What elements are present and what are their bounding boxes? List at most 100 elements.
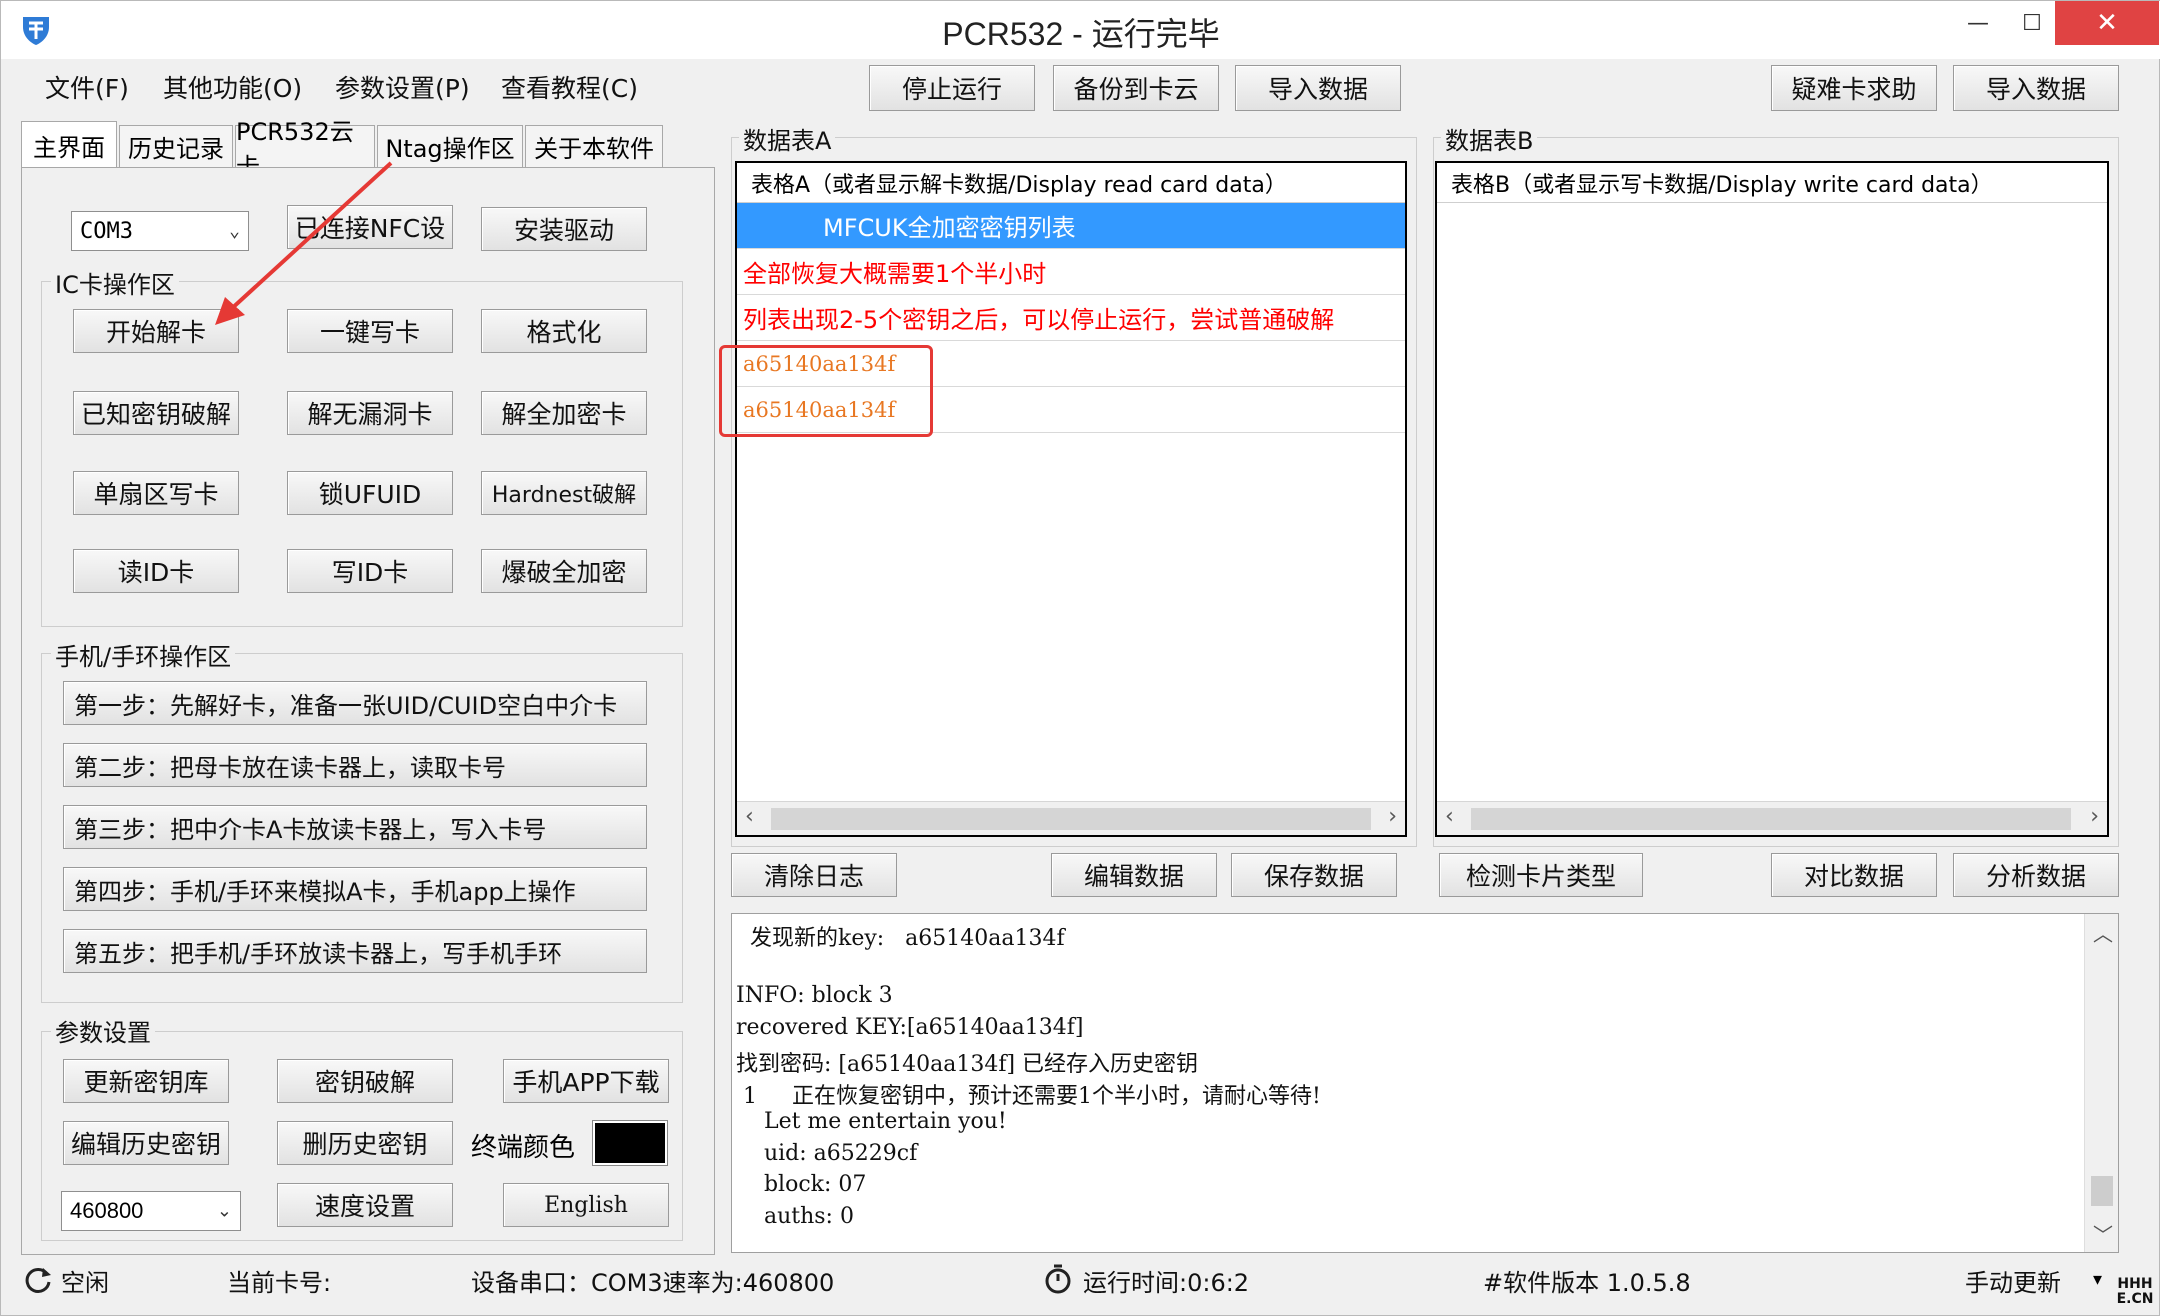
manual-update-button[interactable]: 手动更新 xyxy=(1965,1263,2061,1298)
full-encrypt-card-button[interactable]: 解全加密卡 xyxy=(481,391,647,435)
baud-rate-value: 460800 xyxy=(70,1198,144,1223)
stop-button[interactable]: 停止运行 xyxy=(869,65,1035,111)
chevron-down-icon: ⌄ xyxy=(216,1200,232,1221)
log-line: 找到密码: [a65140aa134f] 已经存入历史密钥 xyxy=(736,1052,1199,1077)
status-state: 空闲 xyxy=(61,1269,109,1297)
table-cell: 列表出现2-5个密钥之后，可以停止运行，尝试普通破解 xyxy=(743,306,1335,334)
baud-rate-select[interactable]: 460800 ⌄ xyxy=(61,1191,241,1231)
brute-full-encrypt-button[interactable]: 爆破全加密 xyxy=(481,549,647,593)
chevron-up-icon[interactable]: ︿ xyxy=(2093,918,2113,947)
status-card-number: 当前卡号: xyxy=(227,1269,332,1297)
log-line: auths: 0 xyxy=(736,1203,854,1229)
log-line: INFO: block 3 xyxy=(736,983,893,1008)
maximize-icon: ☐ xyxy=(2022,10,2042,36)
import-data-button-2[interactable]: 导入数据 xyxy=(1953,65,2119,111)
table-b-group-title: 数据表B xyxy=(1441,121,1538,156)
delete-history-key-button[interactable]: 删历史密钥 xyxy=(277,1121,453,1165)
speed-settings-button[interactable]: 速度设置 xyxy=(277,1183,453,1227)
log-line: uid: a65229cf xyxy=(736,1140,918,1166)
title-bar: PCR532 - 运行完毕 — ☐ ✕ xyxy=(1,1,2160,59)
single-sector-write-button[interactable]: 单扇区写卡 xyxy=(73,471,239,515)
table-b-header: 表格B（或者显示写卡数据/Display write card data） xyxy=(1437,163,2107,203)
phone-group-title: 手机/手环操作区 xyxy=(51,637,236,672)
menu-other[interactable]: 其他功能(O) xyxy=(163,69,302,105)
read-id-card-button[interactable]: 读ID卡 xyxy=(73,549,239,593)
table-b: 表格B（或者显示写卡数据/Display write card data） ‹ … xyxy=(1435,161,2109,837)
edit-data-button[interactable]: 编辑数据 xyxy=(1051,853,1217,897)
scroll-thumb[interactable] xyxy=(2091,1176,2113,1206)
minimize-button[interactable]: — xyxy=(1947,1,2009,45)
log-output[interactable]: 发现新的key: a65140aa134f INFO: block 3 recove… xyxy=(731,913,2119,1253)
edit-history-key-button[interactable]: 编辑历史密钥 xyxy=(63,1121,229,1165)
maximize-button[interactable]: ☐ xyxy=(2001,1,2063,45)
log-line: 1 正在恢复密钥中，预计还需要1个半小时，请耐心等待! xyxy=(736,1083,1321,1109)
refresh-icon xyxy=(25,1267,51,1293)
table-a-hscrollbar[interactable]: ‹ › xyxy=(737,801,1405,835)
no-vuln-card-button[interactable]: 解无漏洞卡 xyxy=(287,391,453,435)
compare-data-button[interactable]: 对比数据 xyxy=(1771,853,1937,897)
menu-params[interactable]: 参数设置(P) xyxy=(335,69,470,105)
phone-step-4-button[interactable]: 第四步：手机/手环来模拟A卡，手机app上操作 xyxy=(63,867,647,911)
table-row-recovery-time[interactable]: 全部恢复大概需要1个半小时 xyxy=(737,249,1405,295)
log-line: recovered KEY:[a65140aa134f] xyxy=(736,1014,1084,1040)
backup-cloud-button[interactable]: 备份到卡云 xyxy=(1053,65,1219,111)
table-row-mfcuk-title[interactable]: MFCUK全加密密钥列表 xyxy=(737,203,1405,249)
highlight-box xyxy=(719,345,933,437)
phone-step-2-button[interactable]: 第二步：把母卡放在读卡器上，读取卡号 xyxy=(63,743,647,787)
log-vscrollbar[interactable]: ︿ ﹀ xyxy=(2084,914,2118,1252)
chevron-right-icon[interactable]: › xyxy=(2090,804,2099,829)
install-driver-button[interactable]: 安装驱动 xyxy=(481,207,647,251)
table-b-hscrollbar[interactable]: ‹ › xyxy=(1437,801,2107,835)
write-id-card-button[interactable]: 写ID卡 xyxy=(287,549,453,593)
phone-step-1-button[interactable]: 第一步：先解好卡，准备一张UID/CUID空白中介卡 xyxy=(63,681,647,725)
terminal-color-label: 终端颜色 xyxy=(471,1133,576,1163)
app-window: PCR532 - 运行完毕 — ☐ ✕ 文件(F) 其他功能(O) 参数设置(P… xyxy=(0,0,2160,1316)
table-a-header: 表格A（或者显示解卡数据/Display read card data） xyxy=(737,163,1405,203)
params-group-title: 参数设置 xyxy=(51,1013,155,1048)
english-button[interactable]: English xyxy=(503,1183,669,1227)
close-button[interactable]: ✕ xyxy=(2055,1,2159,45)
menu-file[interactable]: 文件(F) xyxy=(45,69,129,105)
terminal-color-swatch[interactable] xyxy=(592,1120,668,1166)
hardnest-crack-button[interactable]: Hardnest破解 xyxy=(481,471,647,515)
log-line: Let me entertain you! xyxy=(736,1109,1007,1134)
status-port-info: 设备串口：COM3速率为:460800 xyxy=(471,1269,835,1297)
ic-card-group-title: IC卡操作区 xyxy=(51,265,179,300)
chevron-down-icon[interactable]: ﹀ xyxy=(2093,1219,2113,1248)
help-card-button[interactable]: 疑难卡求助 xyxy=(1771,65,1937,111)
status-runtime: 运行时间:0:6:2 xyxy=(1083,1269,1250,1297)
table-row-hint[interactable]: 列表出现2-5个密钥之后，可以停止运行，尝试普通破解 xyxy=(737,295,1405,341)
key-crack-button[interactable]: 密钥破解 xyxy=(277,1059,453,1103)
tab-about[interactable]: 关于本软件 xyxy=(525,125,663,167)
log-line: block: 07 xyxy=(736,1172,867,1197)
chevron-left-icon[interactable]: ‹ xyxy=(745,804,754,829)
table-a-group-title: 数据表A xyxy=(739,121,836,156)
minimize-icon: — xyxy=(1967,10,1989,36)
caret-down-icon[interactable]: ▾ xyxy=(2093,1269,2102,1290)
save-data-button[interactable]: 保存数据 xyxy=(1231,853,1397,897)
menu-tutorial[interactable]: 查看教程(C) xyxy=(501,69,638,105)
phone-step-5-button[interactable]: 第五步：把手机/手环放读卡器上，写手机手环 xyxy=(63,929,647,973)
chevron-right-icon[interactable]: › xyxy=(1388,804,1397,829)
import-data-button[interactable]: 导入数据 xyxy=(1235,65,1401,111)
close-icon: ✕ xyxy=(2096,8,2118,38)
format-button[interactable]: 格式化 xyxy=(481,309,647,353)
app-download-button[interactable]: 手机APP下载 xyxy=(503,1059,669,1103)
update-key-db-button[interactable]: 更新密钥库 xyxy=(63,1059,229,1103)
detect-card-type-button[interactable]: 检测卡片类型 xyxy=(1439,853,1643,897)
status-version: #软件版本 1.0.5.8 xyxy=(1483,1269,1691,1297)
analyze-data-button[interactable]: 分析数据 xyxy=(1953,853,2119,897)
log-line: 发现新的key: a65140aa134f xyxy=(736,926,1065,951)
lock-ufuid-button[interactable]: 锁UFUID xyxy=(287,471,453,515)
scroll-thumb[interactable] xyxy=(771,808,1371,830)
chevron-left-icon[interactable]: ‹ xyxy=(1445,804,1454,829)
phone-step-3-button[interactable]: 第三步：把中介卡A卡放读卡器上，写入卡号 xyxy=(63,805,647,849)
table-a: 表格A（或者显示解卡数据/Display read card data） MFC… xyxy=(735,161,1407,837)
window-title: PCR532 - 运行完毕 xyxy=(942,16,1220,52)
scroll-thumb[interactable] xyxy=(1471,808,2071,830)
clear-log-button[interactable]: 清除日志 xyxy=(731,853,897,897)
annotation-arrow-icon xyxy=(215,161,393,325)
port-value: COM3 xyxy=(80,218,133,244)
known-key-crack-button[interactable]: 已知密钥破解 xyxy=(73,391,239,435)
tab-main[interactable]: 主界面 xyxy=(21,121,117,169)
